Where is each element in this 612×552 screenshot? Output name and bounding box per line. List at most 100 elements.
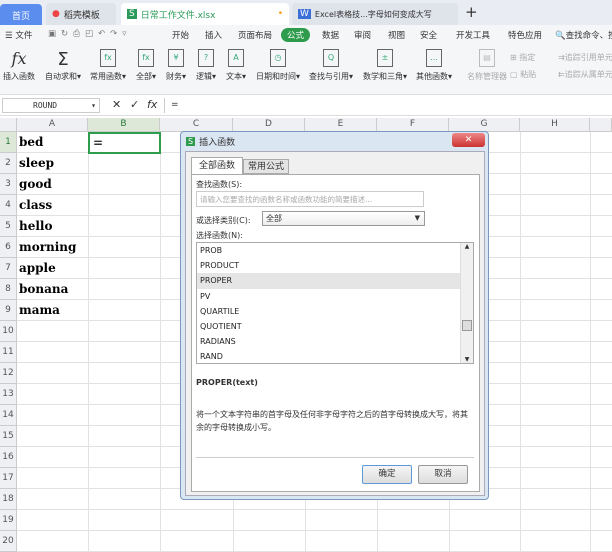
- all-functions-button[interactable]: fx 全部▾: [136, 49, 156, 82]
- cell-a6[interactable]: morning: [19, 237, 76, 258]
- row-header[interactable]: 8: [0, 279, 17, 300]
- function-list-item[interactable]: PV: [197, 289, 461, 304]
- column-header[interactable]: G: [449, 118, 520, 132]
- new-tab-button[interactable]: +: [465, 3, 478, 21]
- menu-developer[interactable]: 开发工具: [456, 29, 490, 41]
- file-menu[interactable]: ☰ 文件: [5, 29, 32, 41]
- function-list-item[interactable]: RAND: [197, 349, 461, 363]
- menu-insert[interactable]: 插入: [205, 29, 222, 41]
- scroll-up-icon[interactable]: ▲: [461, 243, 473, 250]
- cancel-button[interactable]: 取消: [418, 465, 468, 484]
- specify-button[interactable]: ⊞ 指定: [510, 52, 535, 63]
- function-list-item[interactable]: PROPER: [197, 273, 461, 289]
- column-header[interactable]: A: [17, 118, 88, 132]
- cell-a9[interactable]: mama: [19, 300, 60, 321]
- cell-a4[interactable]: class: [19, 195, 52, 216]
- scroll-down-icon[interactable]: ▼: [461, 356, 473, 363]
- row-header[interactable]: 7: [0, 258, 17, 279]
- row-header[interactable]: 19: [0, 510, 17, 531]
- row-header[interactable]: 4: [0, 195, 17, 216]
- column-header[interactable]: F: [377, 118, 449, 132]
- logical-button[interactable]: ? 逻辑▾: [196, 49, 216, 82]
- formula-input[interactable]: =: [164, 98, 612, 113]
- paste-button[interactable]: ▢ 粘贴: [510, 69, 536, 80]
- row-header[interactable]: 5: [0, 216, 17, 237]
- active-cell-b1[interactable]: =: [88, 132, 161, 154]
- category-select[interactable]: 全部 ▼: [262, 211, 425, 226]
- function-search-input[interactable]: 请输入您要查找的函数名称或函数功能的简要描述...: [196, 191, 424, 207]
- tab-home[interactable]: 首页: [0, 4, 42, 26]
- name-box[interactable]: ROUND ▾: [2, 98, 100, 113]
- cancel-icon[interactable]: ✕: [112, 98, 121, 111]
- date-time-button[interactable]: ◷ 日期和时间▾: [256, 49, 300, 82]
- function-list-item[interactable]: PROB: [197, 243, 461, 258]
- command-search[interactable]: 🔍查找命令、搜: [555, 29, 612, 41]
- cell-a1[interactable]: bed: [19, 132, 43, 153]
- function-list-item[interactable]: RADIANS: [197, 334, 461, 349]
- select-all[interactable]: [0, 118, 17, 132]
- column-header[interactable]: C: [160, 118, 233, 132]
- close-button[interactable]: ✕: [452, 133, 485, 147]
- scrollbar[interactable]: ▲ ▼: [460, 243, 473, 363]
- tab-workbook[interactable]: S 日常工作文件.xlsx •: [121, 3, 289, 25]
- row-header[interactable]: 6: [0, 237, 17, 258]
- function-list[interactable]: PROB PRODUCT PROPER PV QUARTILE QUOTIENT RADIA…: [196, 242, 474, 364]
- math-trig-button[interactable]: ± 数学和三角▾: [363, 49, 407, 82]
- common-functions-button[interactable]: fx 常用函数▾: [90, 49, 126, 82]
- tab-templates[interactable]: ● 稻壳模板: [46, 3, 116, 25]
- function-list-item[interactable]: QUOTIENT: [197, 319, 461, 334]
- menu-formula[interactable]: 公式: [281, 28, 311, 42]
- tab-all-functions[interactable]: 全部函数: [191, 157, 243, 174]
- row-header[interactable]: 11: [0, 342, 17, 363]
- trace-precedents-button[interactable]: ⇉追踪引用单元格: [558, 52, 612, 63]
- menu-security[interactable]: 安全: [420, 29, 437, 41]
- row-header[interactable]: 9: [0, 300, 17, 321]
- row-header[interactable]: 12: [0, 363, 17, 384]
- menu-start[interactable]: 开始: [172, 29, 189, 41]
- row-header[interactable]: 20: [0, 531, 17, 552]
- ok-button[interactable]: 确定: [362, 465, 412, 484]
- function-list-item[interactable]: QUARTILE: [197, 304, 461, 319]
- quick-access-icons[interactable]: ▣↻⎙◰↶↷▿: [48, 29, 132, 39]
- menu-special[interactable]: 特色应用: [508, 29, 542, 41]
- row-header[interactable]: 14: [0, 405, 17, 426]
- column-header[interactable]: H: [520, 118, 590, 132]
- cell-a3[interactable]: good: [19, 174, 52, 195]
- cell-a2[interactable]: sleep: [19, 153, 54, 174]
- function-list-item[interactable]: PRODUCT: [197, 258, 461, 273]
- row-header[interactable]: 10: [0, 321, 17, 342]
- row-header[interactable]: 15: [0, 426, 17, 447]
- row-header[interactable]: 17: [0, 468, 17, 489]
- row-header[interactable]: 16: [0, 447, 17, 468]
- trace-dependents-button[interactable]: ⇇追踪从属单元格: [558, 69, 612, 80]
- column-header[interactable]: D: [233, 118, 305, 132]
- other-functions-button[interactable]: … 其他函数▾: [416, 49, 452, 82]
- confirm-icon[interactable]: ✓: [130, 98, 139, 111]
- cell-a7[interactable]: apple: [19, 258, 56, 279]
- row-header[interactable]: 1: [0, 132, 17, 153]
- row-header[interactable]: 18: [0, 489, 17, 510]
- menu-review[interactable]: 审阅: [354, 29, 371, 41]
- autosum-button[interactable]: Σ 自动求和▾: [45, 49, 81, 82]
- column-header[interactable]: [590, 118, 612, 132]
- column-header[interactable]: B: [88, 118, 160, 132]
- fx-icon[interactable]: fx: [147, 98, 157, 111]
- row-header[interactable]: 13: [0, 384, 17, 405]
- scrollbar-thumb[interactable]: [462, 320, 472, 331]
- close-icon: ✕: [464, 135, 473, 145]
- cell-a8[interactable]: bonana: [19, 279, 68, 300]
- financial-button[interactable]: ¥ 财务▾: [166, 49, 186, 82]
- menu-data[interactable]: 数据: [322, 29, 339, 41]
- row-header[interactable]: 2: [0, 153, 17, 174]
- row-header[interactable]: 3: [0, 174, 17, 195]
- menu-page-layout[interactable]: 页面布局: [238, 29, 272, 41]
- tab-word-doc[interactable]: W Excel表格技...字母如何变成大写: [292, 3, 458, 25]
- menu-view[interactable]: 视图: [388, 29, 405, 41]
- cell-a5[interactable]: hello: [19, 216, 52, 237]
- column-header[interactable]: E: [305, 118, 377, 132]
- lookup-button[interactable]: Q 查找与引用▾: [309, 49, 353, 82]
- tab-common-formulas[interactable]: 常用公式: [243, 159, 289, 174]
- text-button[interactable]: A 文本▾: [226, 49, 246, 82]
- name-manager-button[interactable]: ▤ 名称管理器: [467, 49, 507, 82]
- insert-function-button[interactable]: fx 插入函数: [3, 49, 35, 82]
